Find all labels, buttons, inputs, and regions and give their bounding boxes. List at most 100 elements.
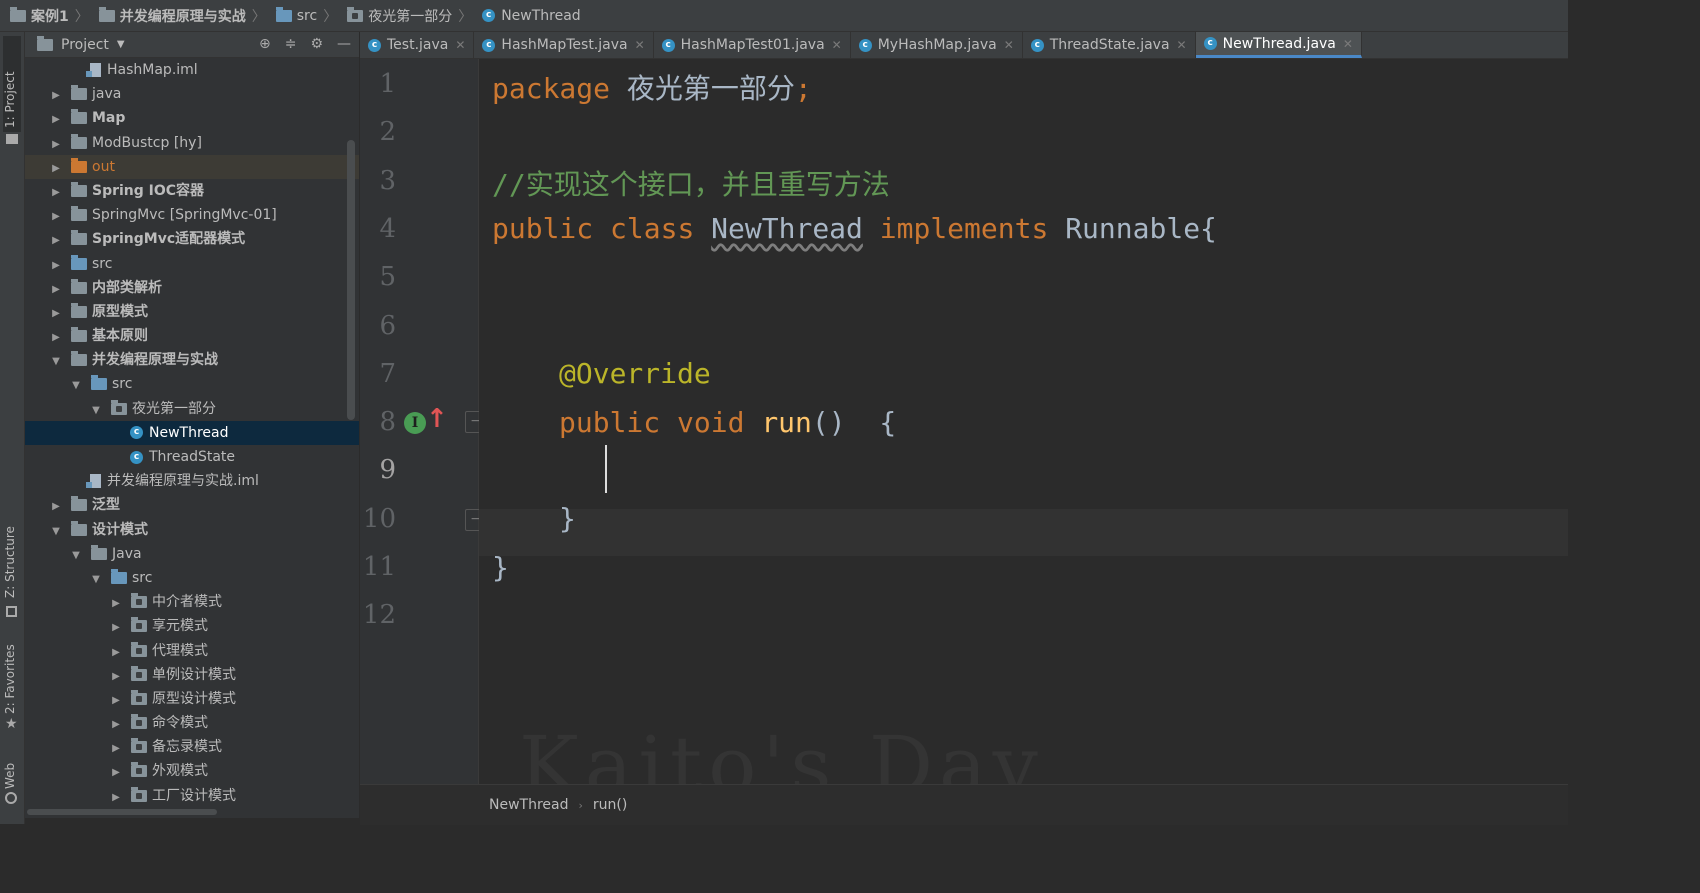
- tree-row[interactable]: ▶ 外观模式: [25, 759, 359, 783]
- expand-right-icon[interactable]: ▶: [110, 665, 122, 689]
- folder-icon: [71, 496, 87, 512]
- editor-tab[interactable]: c MyHashMap.java ✕: [851, 32, 1023, 58]
- tree-horizontal-scrollbar[interactable]: [25, 806, 359, 818]
- expand-right-icon[interactable]: ▶: [110, 713, 122, 737]
- expand-down-icon[interactable]: ▼: [90, 399, 102, 423]
- minimize-icon[interactable]: —: [337, 36, 351, 52]
- tree-row[interactable]: c ThreadState: [25, 445, 359, 469]
- tree-row[interactable]: 并发编程原理与实战.iml: [25, 469, 359, 493]
- expand-right-icon[interactable]: ▶: [50, 254, 62, 278]
- tree-row[interactable]: ▶ SpringMvc [SpringMvc-01]: [25, 203, 359, 227]
- close-icon[interactable]: ✕: [1004, 38, 1014, 52]
- tree-row[interactable]: ▶ 原型模式: [25, 300, 359, 324]
- expand-right-icon[interactable]: ▶: [110, 689, 122, 713]
- expand-right-icon[interactable]: ▶: [110, 592, 122, 616]
- tree-row[interactable]: ▶ src: [25, 252, 359, 276]
- tree-row[interactable]: ▶ 备忘录模式: [25, 735, 359, 759]
- tree-row[interactable]: ▶ 单例设计模式: [25, 663, 359, 687]
- close-icon[interactable]: ✕: [1343, 37, 1353, 51]
- expand-down-icon[interactable]: ▼: [50, 520, 62, 544]
- expand-right-icon[interactable]: ▶: [110, 737, 122, 761]
- code-editor[interactable]: Kaito's Day package 夜光第一部分; //实现这个接口，并且重…: [479, 59, 1568, 784]
- expand-right-icon[interactable]: ▶: [110, 641, 122, 665]
- expand-down-icon[interactable]: ▼: [50, 350, 62, 374]
- editor-tab[interactable]: c Test.java ✕: [360, 32, 475, 58]
- folder-icon: [91, 544, 107, 560]
- tree-row[interactable]: ▼ 夜光第一部分: [25, 397, 359, 421]
- expand-right-icon[interactable]: ▶: [110, 616, 122, 640]
- breadcrumb-method[interactable]: run(): [593, 797, 627, 813]
- tree-label: 原型设计模式: [152, 690, 236, 707]
- line-number: 7: [379, 358, 396, 389]
- tree-row[interactable]: ▶ 泛型: [25, 493, 359, 517]
- close-icon[interactable]: ✕: [1177, 38, 1187, 52]
- expand-right-icon[interactable]: ▶: [50, 205, 62, 229]
- breadcrumb-item-package[interactable]: 夜光第一部分: [337, 6, 452, 26]
- tree-scrollbar[interactable]: [347, 140, 355, 420]
- tree-row[interactable]: ▶ 代理模式: [25, 639, 359, 663]
- gear-icon[interactable]: ⚙: [310, 36, 323, 52]
- expand-right-icon[interactable]: ▶: [50, 495, 62, 519]
- tree-row[interactable]: ▶ 享元模式: [25, 614, 359, 638]
- breadcrumb-item-project[interactable]: 案例1: [0, 6, 69, 26]
- tree-row[interactable]: ▶ 原型设计模式: [25, 687, 359, 711]
- tree-row[interactable]: c NewThread: [25, 420, 359, 445]
- close-icon[interactable]: ✕: [635, 38, 645, 52]
- web-tool-button[interactable]: Web: [3, 763, 17, 789]
- editor-tab[interactable]: c ThreadState.java ✕: [1023, 32, 1196, 58]
- breadcrumb-item-src[interactable]: src: [266, 6, 317, 24]
- line-number: 4: [379, 213, 396, 244]
- expand-right-icon[interactable]: ▶: [110, 786, 122, 806]
- tree-row[interactable]: ▶ 命令模式: [25, 711, 359, 735]
- expand-right-icon[interactable]: ▶: [50, 108, 62, 132]
- breadcrumb-class[interactable]: NewThread: [489, 797, 569, 813]
- implements-method-marker[interactable]: I ↑: [404, 404, 448, 435]
- expand-right-icon[interactable]: ▶: [50, 84, 62, 108]
- locate-icon[interactable]: ⊕: [259, 36, 271, 52]
- tree-label: SpringMvc适配器模式: [92, 231, 246, 248]
- tree-row[interactable]: ▶ java: [25, 82, 359, 106]
- tree-row[interactable]: ▶ SpringMvc适配器模式: [25, 227, 359, 251]
- tree-row[interactable]: ▶ 工厂设计模式: [25, 784, 359, 806]
- tree-row[interactable]: ▶ 中介者模式: [25, 590, 359, 614]
- expand-right-icon[interactable]: ▶: [50, 302, 62, 326]
- expand-right-icon[interactable]: ▶: [50, 181, 62, 205]
- tree-row[interactable]: ▼ 设计模式: [25, 518, 359, 542]
- structure-tool-button[interactable]: Z: Structure: [3, 526, 17, 598]
- breadcrumb-item-class[interactable]: c NewThread: [472, 8, 581, 24]
- tree-row[interactable]: ▼ src: [25, 372, 359, 396]
- tree-row[interactable]: ▶ Map: [25, 106, 359, 130]
- expand-right-icon[interactable]: ▶: [50, 157, 62, 181]
- close-icon[interactable]: ✕: [455, 38, 465, 52]
- close-icon[interactable]: ✕: [832, 38, 842, 52]
- tree-row[interactable]: HashMap.iml: [25, 58, 359, 82]
- expand-right-icon[interactable]: ▶: [50, 229, 62, 253]
- editor-tab[interactable]: c HashMapTest01.java ✕: [654, 32, 851, 58]
- tree-row[interactable]: ▶ ModBustcp [hy]: [25, 131, 359, 155]
- expand-down-icon[interactable]: ▼: [90, 568, 102, 592]
- line-number: 8: [379, 407, 396, 438]
- project-view-selector[interactable]: Project: [61, 37, 109, 53]
- tree-row[interactable]: ▼ Java: [25, 542, 359, 566]
- tree-row[interactable]: ▶ out: [25, 154, 359, 181]
- collapse-all-icon[interactable]: ≑: [285, 36, 297, 52]
- project-tool-button[interactable]: 1: Project: [3, 71, 17, 128]
- editor-tab[interactable]: c NewThread.java ✕: [1195, 32, 1362, 58]
- chevron-down-icon[interactable]: ▼: [117, 39, 125, 50]
- editor-tab[interactable]: c HashMapTest.java ✕: [474, 32, 654, 58]
- expand-down-icon[interactable]: ▼: [70, 374, 82, 398]
- tree-row[interactable]: ▶ 基本原则: [25, 324, 359, 348]
- line-number: 1: [379, 69, 396, 99]
- tree-row[interactable]: ▶ 内部类解析: [25, 276, 359, 300]
- tree-row[interactable]: ▼ src: [25, 566, 359, 590]
- tree-row[interactable]: ▶ Spring IOC容器: [25, 179, 359, 203]
- tree-row[interactable]: ▼ 并发编程原理与实战: [25, 348, 359, 372]
- scrollbar-thumb[interactable]: [27, 809, 217, 815]
- expand-right-icon[interactable]: ▶: [50, 278, 62, 302]
- expand-right-icon[interactable]: ▶: [110, 761, 122, 785]
- expand-right-icon[interactable]: ▶: [50, 133, 62, 157]
- breadcrumb-item-module[interactable]: 并发编程原理与实战: [89, 6, 246, 26]
- expand-right-icon[interactable]: ▶: [50, 326, 62, 350]
- expand-down-icon[interactable]: ▼: [70, 544, 82, 568]
- favorites-tool-button[interactable]: 2: Favorites: [3, 644, 17, 714]
